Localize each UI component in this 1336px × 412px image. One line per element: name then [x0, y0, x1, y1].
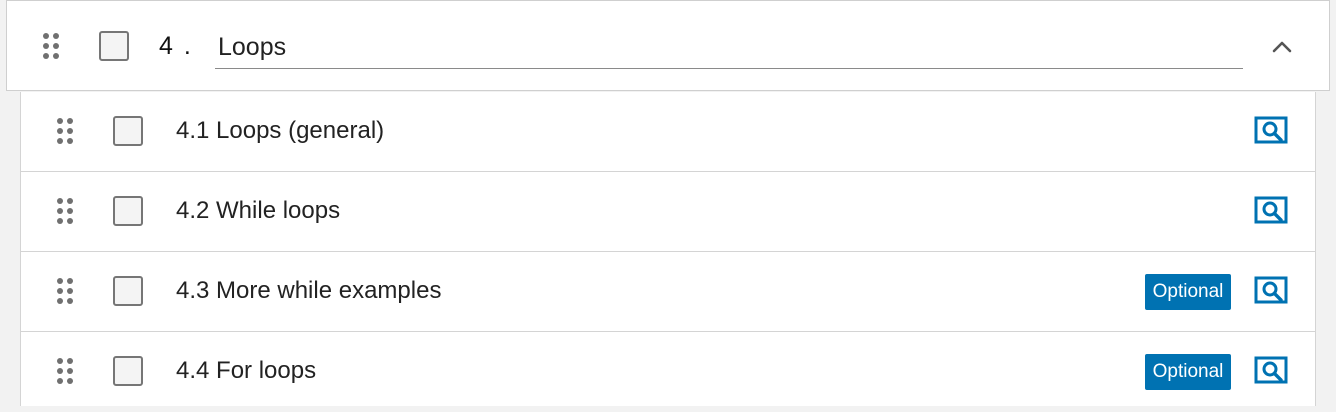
list-item[interactable]: 4.2 While loops — [21, 172, 1315, 252]
section-title-input[interactable] — [215, 27, 1243, 69]
list-item[interactable]: 4.1 Loops (general) — [21, 92, 1315, 172]
list-item[interactable]: 4.4 For loops Optional — [21, 332, 1315, 412]
lesson-list: 4.1 Loops (general) 4.2 While loops 4.3 … — [20, 92, 1316, 406]
item-checkbox[interactable] — [113, 116, 143, 146]
item-label: 4.4 For loops — [176, 357, 317, 384]
item-label: 4.3 More while examples — [176, 277, 442, 304]
item-checkbox[interactable] — [113, 276, 143, 306]
drag-handle-icon[interactable] — [57, 118, 73, 144]
item-label: 4.1 Loops (general) — [176, 117, 385, 144]
preview-search-icon[interactable] — [1254, 116, 1288, 146]
item-checkbox[interactable] — [113, 196, 143, 226]
chevron-up-icon[interactable] — [1270, 35, 1294, 59]
preview-search-icon[interactable] — [1254, 356, 1288, 386]
drag-handle-icon[interactable] — [43, 33, 59, 59]
section-header: 4 . — [6, 0, 1330, 91]
list-item[interactable]: 4.3 More while examples Optional — [21, 252, 1315, 332]
section-checkbox[interactable] — [99, 31, 129, 61]
item-checkbox[interactable] — [113, 356, 143, 386]
optional-badge: Optional — [1145, 354, 1231, 390]
preview-search-icon[interactable] — [1254, 196, 1288, 226]
optional-badge: Optional — [1145, 274, 1231, 310]
drag-handle-icon[interactable] — [57, 278, 73, 304]
section-number: 4 . — [159, 32, 193, 60]
drag-handle-icon[interactable] — [57, 198, 73, 224]
drag-handle-icon[interactable] — [57, 358, 73, 384]
preview-search-icon[interactable] — [1254, 276, 1288, 306]
item-label: 4.2 While loops — [176, 197, 341, 224]
